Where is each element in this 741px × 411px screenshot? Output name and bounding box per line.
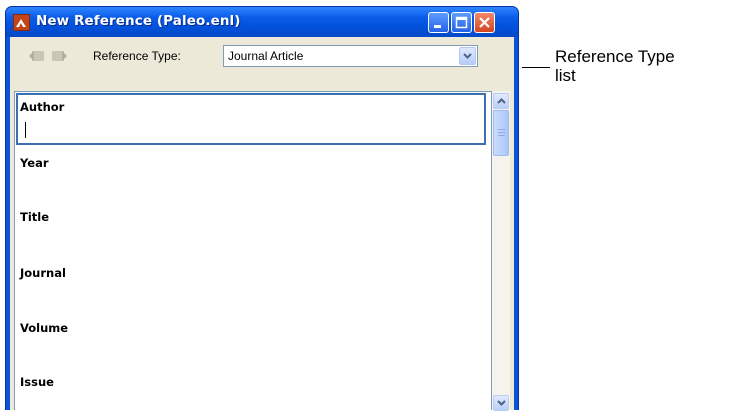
callout-line-2: list [555,66,576,85]
chevron-down-icon [497,400,506,406]
grip-line [498,135,505,136]
chevron-up-icon [497,98,506,104]
window-title: New Reference (Paleo.enl) [36,13,241,29]
field-label-author: Author [20,100,65,114]
field-label-volume: Volume [20,321,69,335]
endnote-app-icon[interactable] [13,14,30,31]
vertical-scrollbar[interactable] [492,91,510,411]
reference-fields-panel: Author Year Title Journal Volume Issue [14,91,492,410]
maximize-button[interactable] [451,12,472,33]
field-label-journal: Journal [20,266,66,280]
field-label-issue: Issue [20,375,54,389]
author-field[interactable] [16,93,486,145]
next-reference-icon[interactable] [51,47,67,63]
grip-line [498,129,505,130]
reference-type-list[interactable]: Journal Article [223,45,478,67]
dropdown-button[interactable] [459,47,476,65]
grip-line [498,132,505,133]
callout-leader-line [522,67,550,68]
new-reference-window: New Reference (Paleo.enl) Reference Type… [5,6,519,411]
reference-type-callout: Reference Type list [555,47,675,85]
callout-line-1: Reference Type [555,47,675,66]
close-button[interactable] [474,12,495,33]
field-label-year: Year [20,156,49,170]
chevron-down-icon [463,53,472,59]
title-bar[interactable]: New Reference (Paleo.enl) [6,7,518,37]
close-icon [479,17,490,28]
window-client-area: Reference Type: Journal Article Author Y… [10,37,514,411]
field-label-title: Title [20,210,50,224]
minimize-button[interactable] [428,12,449,33]
text-caret [25,122,26,138]
scroll-down-button[interactable] [493,395,509,411]
scroll-up-button[interactable] [493,93,509,109]
previous-reference-icon[interactable] [29,47,45,63]
reference-toolbar: Reference Type: Journal Article [10,37,514,87]
reference-type-label: Reference Type: [93,49,181,63]
reference-type-value: Journal Article [228,49,304,63]
scrollbar-thumb[interactable] [493,110,509,156]
minimize-icon [434,25,441,28]
maximize-icon [455,16,468,29]
